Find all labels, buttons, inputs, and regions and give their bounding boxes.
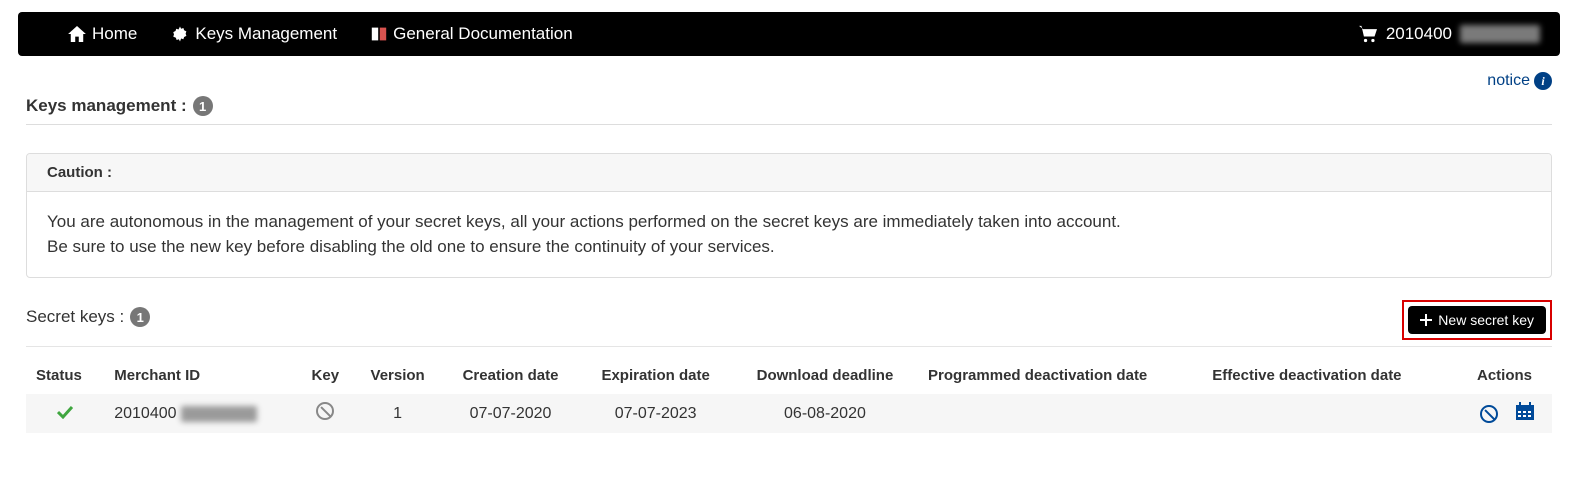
- divider: [26, 124, 1552, 125]
- calendar-icon: [1516, 402, 1534, 420]
- cell-download: 06-08-2020: [732, 394, 918, 433]
- cell-prog-deact: [918, 394, 1202, 433]
- keys-management-title-text: Keys management :: [26, 96, 187, 116]
- new-secret-key-button[interactable]: New secret key: [1408, 306, 1546, 334]
- cell-expiration: 07-07-2023: [579, 394, 732, 433]
- notice-row: notice i: [26, 66, 1552, 94]
- keys-management-count: 1: [193, 96, 213, 116]
- caution-line-1: You are autonomous in the management of …: [47, 210, 1531, 235]
- secret-keys-table: Status Merchant ID Key Version Creation …: [26, 359, 1552, 433]
- col-download: Download deadline: [732, 359, 918, 394]
- col-prog-deact: Programmed deactivation date: [918, 359, 1202, 394]
- nav-left-group: Home Keys Management General Documentati…: [68, 24, 573, 44]
- col-merchant-id: Merchant ID: [104, 359, 297, 394]
- new-secret-key-highlight: New secret key: [1402, 300, 1552, 340]
- gear-icon: [171, 25, 189, 43]
- page-content: notice i Keys management : 1 Caution : Y…: [0, 56, 1578, 453]
- info-icon: i: [1534, 72, 1552, 90]
- top-navbar: Home Keys Management General Documentati…: [18, 12, 1560, 56]
- nav-merchant-selector[interactable]: 2010400: [1358, 24, 1540, 44]
- book-icon: [371, 26, 387, 42]
- col-version: Version: [354, 359, 442, 394]
- cell-eff-deact: [1202, 394, 1451, 433]
- merchant-id-prefix: 2010400: [114, 405, 176, 423]
- plus-icon: [1420, 314, 1432, 326]
- cell-version: 1: [354, 394, 442, 433]
- col-key: Key: [297, 359, 353, 394]
- caution-body: You are autonomous in the management of …: [27, 192, 1551, 277]
- col-actions: Actions: [1451, 359, 1552, 394]
- nav-doc-label: General Documentation: [393, 24, 573, 44]
- cell-creation: 07-07-2020: [442, 394, 580, 433]
- col-eff-deact: Effective deactivation date: [1202, 359, 1451, 394]
- table-row: 2010400 1 07-07-2020 07-07-2023 06-08-20…: [26, 394, 1552, 433]
- deactivate-key-action[interactable]: [1480, 405, 1498, 423]
- new-secret-key-label: New secret key: [1438, 312, 1534, 328]
- cell-status: [26, 394, 104, 433]
- notice-label: notice: [1487, 72, 1530, 90]
- keys-management-title: Keys management : 1: [26, 96, 1552, 116]
- status-active-icon: [57, 403, 73, 423]
- secret-keys-header-row: Secret keys : 1 New secret key: [26, 300, 1552, 340]
- caution-panel: Caution : You are autonomous in the mana…: [26, 153, 1552, 278]
- home-icon: [68, 26, 86, 42]
- merchant-id-masked: [181, 406, 257, 422]
- caution-line-2: Be sure to use the new key before disabl…: [47, 235, 1531, 260]
- col-expiration: Expiration date: [579, 359, 732, 394]
- col-creation: Creation date: [442, 359, 580, 394]
- cart-icon: [1358, 25, 1378, 43]
- schedule-deactivation-action[interactable]: [1516, 402, 1534, 425]
- secret-keys-count: 1: [130, 307, 150, 327]
- key-unavailable-icon: [316, 402, 334, 420]
- secret-keys-title-text: Secret keys :: [26, 307, 124, 327]
- nav-home-label: Home: [92, 24, 137, 44]
- nav-keys-management[interactable]: Keys Management: [171, 24, 337, 44]
- secret-keys-title: Secret keys : 1: [26, 307, 150, 327]
- cell-key: [297, 394, 353, 433]
- notice-link[interactable]: notice i: [1487, 72, 1552, 90]
- cell-actions: [1451, 394, 1552, 433]
- nav-home[interactable]: Home: [68, 24, 137, 44]
- divider: [26, 346, 1552, 347]
- nav-general-documentation[interactable]: General Documentation: [371, 24, 573, 44]
- caution-title: Caution :: [27, 154, 1551, 192]
- cell-merchant-id: 2010400: [104, 394, 297, 433]
- table-head: Status Merchant ID Key Version Creation …: [26, 359, 1552, 394]
- col-status: Status: [26, 359, 104, 394]
- nav-merchant-prefix: 2010400: [1386, 24, 1452, 44]
- nav-merchant-masked: [1460, 25, 1540, 43]
- nav-keys-label: Keys Management: [195, 24, 337, 44]
